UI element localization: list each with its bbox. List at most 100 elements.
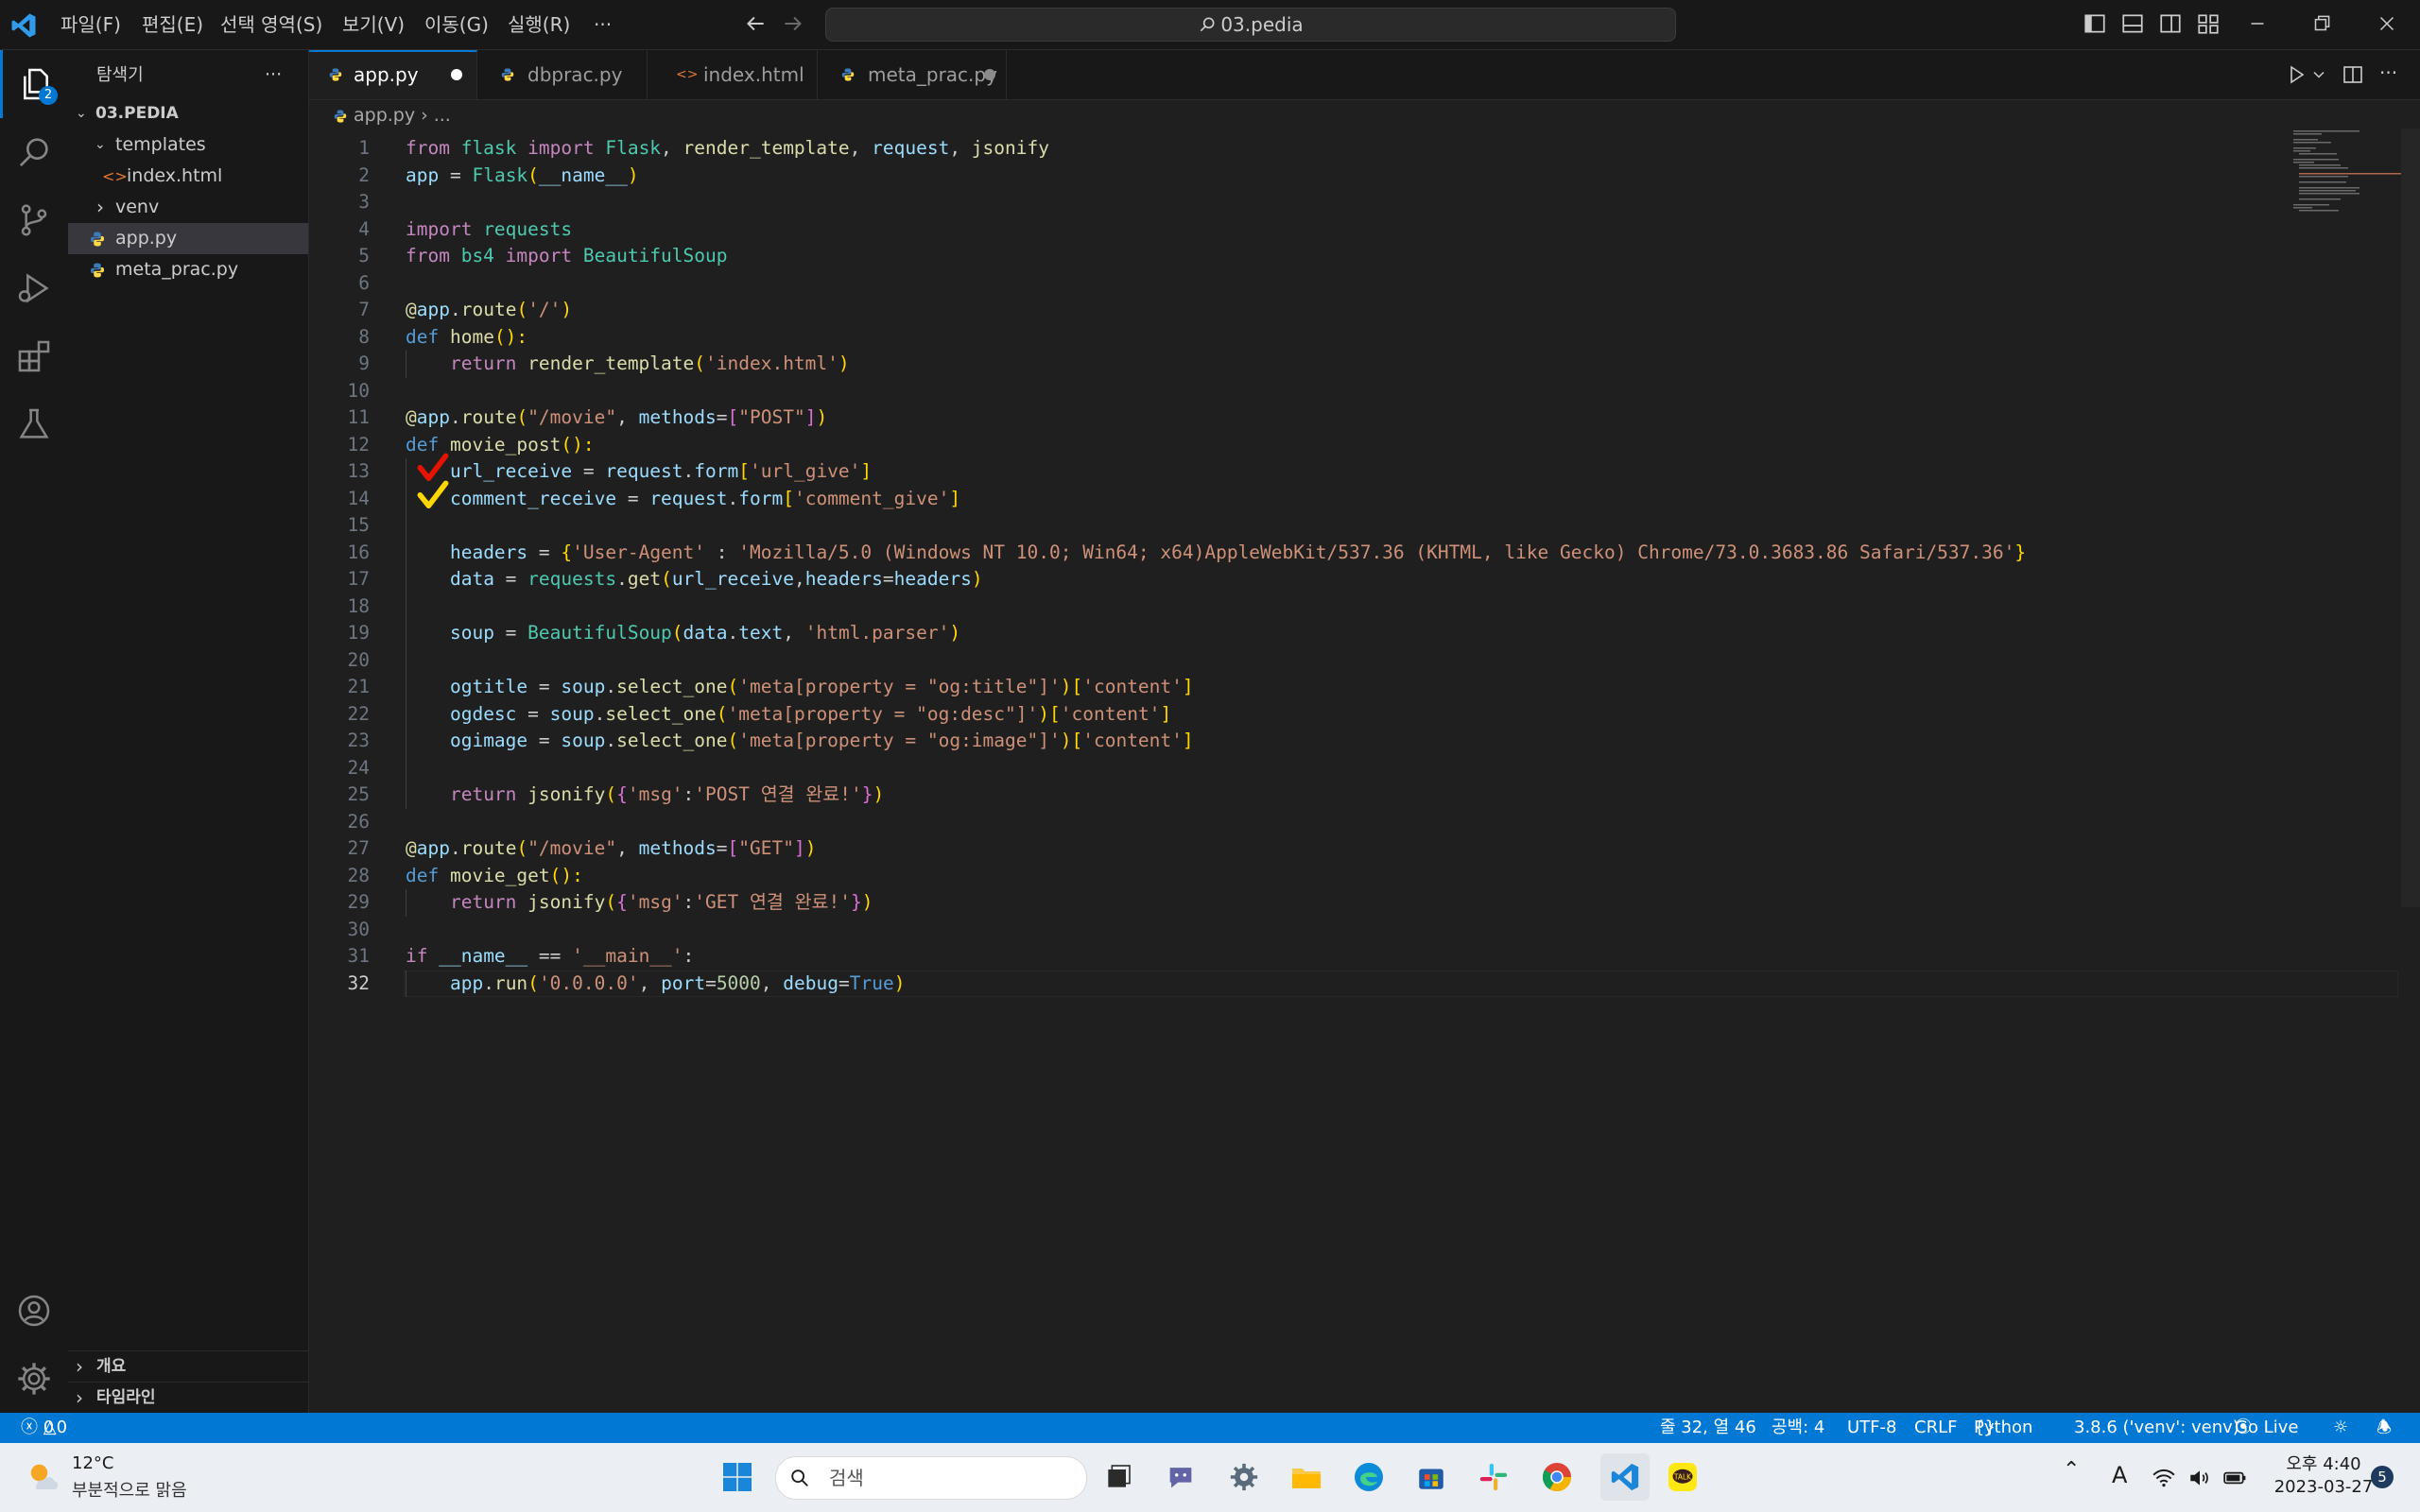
code-line[interactable]: def movie_get(): bbox=[406, 863, 583, 889]
outline-section[interactable]: › 개요 bbox=[68, 1350, 308, 1383]
toggle-panel-icon[interactable] bbox=[2120, 11, 2145, 36]
code-line[interactable]: url_receive = request.form['url_give'] bbox=[406, 458, 872, 485]
menu-edit[interactable]: 편집(E) bbox=[142, 0, 203, 49]
unsaved-dot-icon[interactable] bbox=[451, 69, 462, 80]
activity-manage[interactable] bbox=[0, 1345, 68, 1413]
end-of-line[interactable]: CRLF bbox=[1914, 1413, 1957, 1443]
code-line[interactable]: from bs4 import BeautifulSoup bbox=[406, 243, 727, 269]
teams-chat-button[interactable] bbox=[1162, 1458, 1200, 1496]
command-center-search[interactable]: 03.pedia bbox=[825, 8, 1676, 42]
tree-item-venv[interactable]: › venv bbox=[68, 192, 308, 223]
nav-back-icon[interactable] bbox=[743, 11, 768, 36]
bell-icon[interactable]: 🕭 bbox=[2377, 1413, 2392, 1443]
clock-date[interactable]: 2023-03-27 bbox=[2267, 1477, 2380, 1497]
feedback-icon[interactable]: ☼ bbox=[2333, 1413, 2348, 1443]
clock-time[interactable]: 오후 4:40 bbox=[2286, 1451, 2361, 1475]
weather-partly-sunny-icon[interactable] bbox=[23, 1456, 62, 1496]
code-line[interactable]: ogdesc = soup.select_one('meta[property … bbox=[406, 701, 1171, 728]
activity-extensions[interactable] bbox=[0, 322, 68, 390]
encoding[interactable]: UTF-8 bbox=[1847, 1413, 1896, 1443]
wifi-icon[interactable] bbox=[2152, 1466, 2176, 1490]
tab-meta-prac-py[interactable]: meta_prac.py bbox=[818, 50, 1007, 99]
menu-go[interactable]: 이동(G) bbox=[424, 0, 489, 49]
chevron-up-icon[interactable]: ⌃ bbox=[2063, 1458, 2080, 1482]
explorer-root-folder[interactable]: ⌄ 03.PEDIA bbox=[68, 98, 308, 129]
code-line[interactable]: app = Flask(__name__) bbox=[406, 163, 639, 189]
tree-item-templates[interactable]: ⌄ templates bbox=[68, 129, 308, 161]
explorer-more-button[interactable]: ··· bbox=[265, 60, 302, 91]
menu-more[interactable]: ··· bbox=[594, 0, 612, 49]
tab-index-html[interactable]: <> index.html bbox=[648, 50, 818, 99]
tab-dbprac-py[interactable]: dbprac.py bbox=[477, 50, 648, 99]
editor-scrollbar[interactable] bbox=[2401, 129, 2420, 907]
activity-search[interactable] bbox=[0, 118, 68, 186]
code-line[interactable]: from flask import Flask, render_template… bbox=[406, 135, 1049, 162]
code-line[interactable]: import requests bbox=[406, 216, 572, 243]
activity-testing[interactable] bbox=[0, 390, 68, 458]
code-line[interactable]: ogimage = soup.select_one('meta[property… bbox=[406, 728, 1194, 754]
activity-explorer[interactable]: 2 bbox=[0, 50, 68, 118]
toggle-primary-sidebar-icon[interactable] bbox=[2083, 11, 2107, 36]
code-line[interactable]: data = requests.get(url_receive,headers=… bbox=[406, 566, 983, 593]
code-line[interactable]: @app.route('/') bbox=[406, 297, 572, 323]
code-line[interactable]: return jsonify({'msg':'POST 연결 완료!'}) bbox=[406, 782, 884, 808]
code-line[interactable]: @app.route("/movie", methods=["POST"]) bbox=[406, 404, 827, 431]
problems-indicator[interactable]: ⓧ 0 △ 0 bbox=[21, 1413, 67, 1443]
code-line[interactable]: return jsonify({'msg':'GET 연결 완료!'}) bbox=[406, 889, 873, 916]
vscode-taskbar-button[interactable] bbox=[1600, 1453, 1650, 1501]
activity-accounts[interactable] bbox=[0, 1277, 68, 1345]
restore-icon[interactable] bbox=[2309, 11, 2334, 36]
task-view-button[interactable] bbox=[1099, 1458, 1137, 1496]
cursor-position[interactable]: 줄 32, 열 46 bbox=[1660, 1413, 1756, 1443]
more-actions-icon[interactable]: ··· bbox=[2379, 50, 2397, 95]
tree-item-index-html[interactable]: <> index.html bbox=[68, 161, 308, 192]
toggle-secondary-sidebar-icon[interactable] bbox=[2158, 11, 2183, 36]
code-line[interactable]: return render_template('index.html') bbox=[406, 351, 850, 377]
activity-source-control[interactable] bbox=[0, 186, 68, 254]
menu-file[interactable]: 파일(F) bbox=[60, 0, 121, 49]
breadcrumb-symbols[interactable]: ... bbox=[434, 105, 451, 126]
code-line[interactable]: comment_receive = request.form['comment_… bbox=[406, 486, 960, 512]
menu-run[interactable]: 실행(R) bbox=[508, 0, 570, 49]
code-line[interactable]: app.run('0.0.0.0', port=5000, debug=True… bbox=[406, 971, 905, 997]
edge-browser-button[interactable] bbox=[1350, 1458, 1388, 1496]
settings-app-button[interactable] bbox=[1225, 1458, 1263, 1496]
ms-store-button[interactable] bbox=[1412, 1458, 1450, 1496]
tree-item-app-py[interactable]: app.py bbox=[68, 223, 308, 254]
minimap[interactable] bbox=[2288, 129, 2401, 214]
code-line[interactable]: def home(): bbox=[406, 324, 527, 351]
timeline-section[interactable]: › 타임라인 bbox=[68, 1382, 308, 1414]
code-line[interactable]: ogtitle = soup.select_one('meta[property… bbox=[406, 674, 1194, 700]
start-button[interactable] bbox=[718, 1458, 756, 1496]
taskbar-search-box[interactable]: 검색 bbox=[775, 1456, 1087, 1500]
kakaotalk-button[interactable]: TALK bbox=[1664, 1458, 1702, 1496]
notification-badge[interactable]: 5 bbox=[2371, 1466, 2394, 1488]
volume-icon[interactable] bbox=[2187, 1466, 2212, 1490]
weather-description[interactable]: 부분적으로 맑음 bbox=[72, 1477, 187, 1502]
nav-forward-icon[interactable] bbox=[781, 11, 805, 36]
split-editor-icon[interactable] bbox=[2342, 63, 2364, 86]
breadcrumb-file[interactable]: app.py bbox=[354, 105, 415, 126]
activity-run-debug[interactable] bbox=[0, 254, 68, 322]
customize-layout-icon[interactable] bbox=[2196, 11, 2221, 36]
input-method-indicator[interactable]: A bbox=[2112, 1462, 2127, 1488]
minimize-icon[interactable] bbox=[2245, 11, 2270, 36]
slack-button[interactable] bbox=[1475, 1458, 1512, 1496]
code-line[interactable]: @app.route("/movie", methods=["GET"]) bbox=[406, 835, 816, 862]
menu-view[interactable]: 보기(V) bbox=[342, 0, 405, 49]
file-explorer-button[interactable] bbox=[1288, 1458, 1325, 1496]
chrome-button[interactable] bbox=[1538, 1458, 1576, 1496]
weather-temperature[interactable]: 12°C bbox=[72, 1453, 113, 1473]
tab-app-py[interactable]: app.py bbox=[309, 50, 477, 99]
battery-icon[interactable] bbox=[2221, 1466, 2248, 1490]
unsaved-dot-icon[interactable] bbox=[984, 69, 995, 80]
code-line[interactable]: soup = BeautifulSoup(data.text, 'html.pa… bbox=[406, 620, 960, 646]
tree-item-meta-prac-py[interactable]: meta_prac.py bbox=[68, 254, 308, 285]
menu-selection[interactable]: 선택 영역(S) bbox=[220, 0, 322, 49]
chevron-down-icon[interactable] bbox=[2309, 63, 2328, 86]
code-editor[interactable]: 1 from flask import Flask, render_templat… bbox=[309, 129, 2398, 1413]
close-window-icon[interactable] bbox=[2375, 11, 2399, 36]
python-interpreter[interactable]: 3.8.6 ('venv': venv) bbox=[2074, 1413, 2239, 1443]
run-file-icon[interactable] bbox=[2285, 63, 2308, 86]
code-line[interactable]: headers = {'User-Agent' : 'Mozilla/5.0 (… bbox=[406, 540, 2026, 566]
